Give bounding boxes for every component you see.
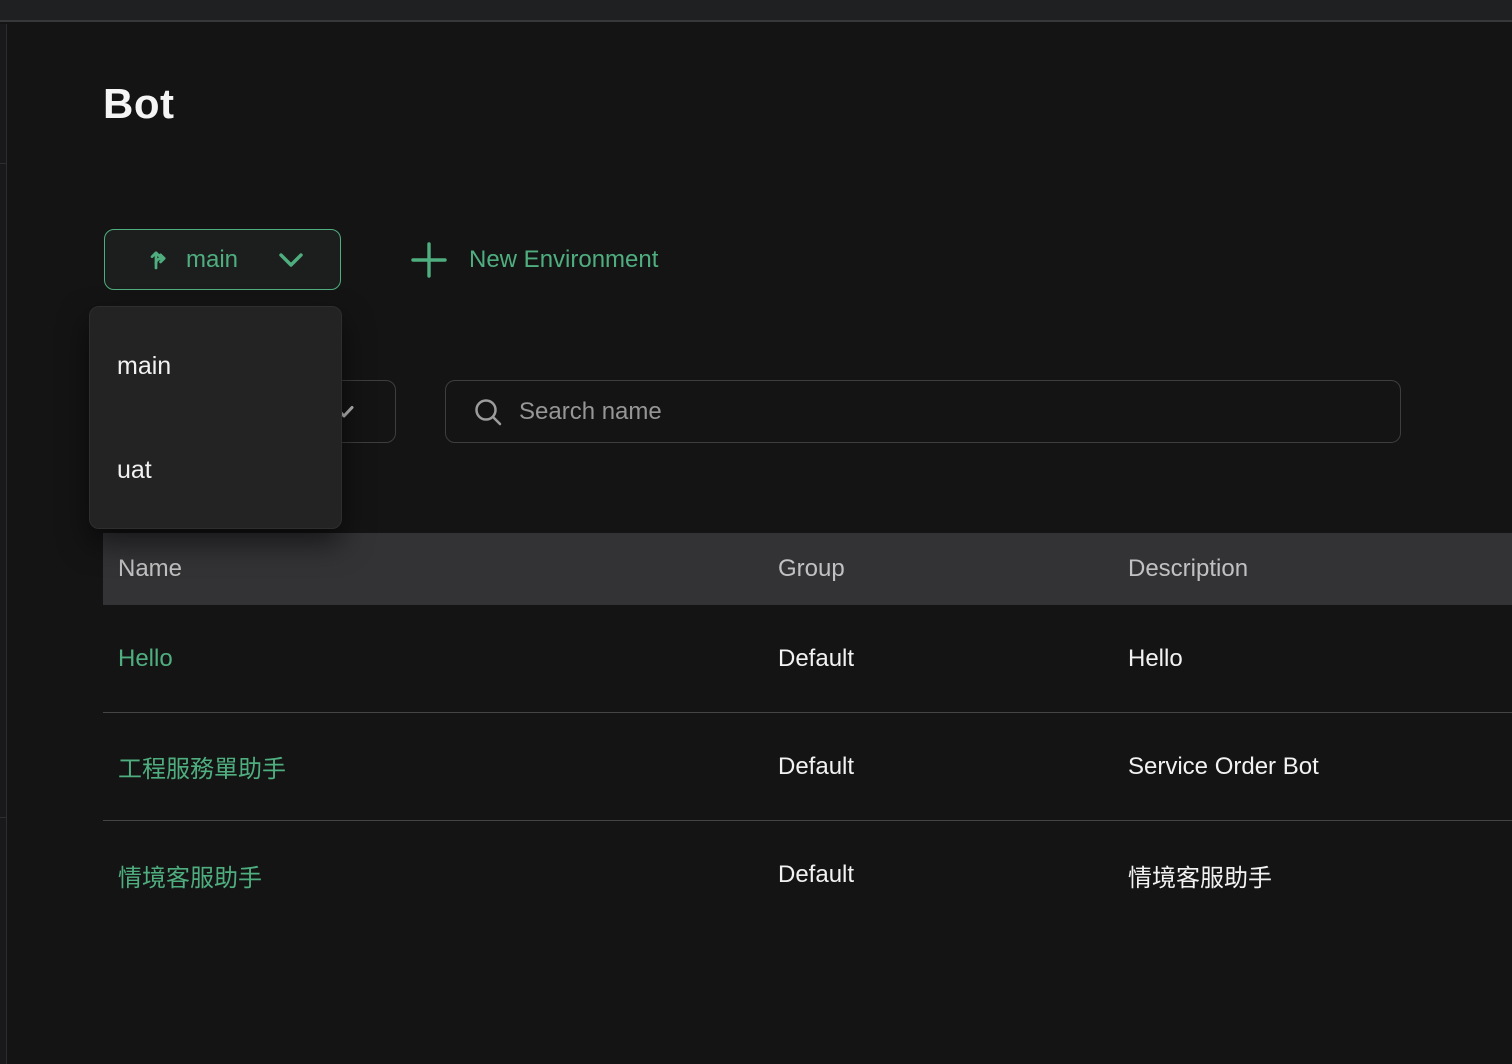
column-header-group: Group	[778, 555, 1128, 583]
search-box	[445, 380, 1401, 443]
environment-option-main[interactable]: main	[90, 314, 341, 418]
table-header-row: Name Group Description	[103, 533, 1512, 605]
chevron-down-icon	[276, 250, 306, 270]
bot-description: 情境客服助手	[1128, 858, 1512, 893]
search-input[interactable]	[519, 398, 1379, 426]
column-header-description: Description	[1128, 555, 1512, 583]
environment-switcher-button[interactable]: main	[104, 229, 341, 290]
plus-icon	[411, 242, 447, 278]
table-row: 工程服務單助手 Default Service Order Bot	[103, 713, 1512, 821]
window-top-bar	[0, 0, 1512, 22]
page-title: Bot	[103, 80, 174, 128]
collapsed-sidebar-edge	[0, 24, 7, 1064]
bot-description: Service Order Bot	[1128, 753, 1512, 781]
new-environment-button[interactable]: New Environment	[411, 235, 658, 285]
environment-dropdown-menu: main uat	[89, 306, 342, 529]
bot-name-link[interactable]: Hello	[118, 645, 173, 672]
bot-description: Hello	[1128, 645, 1512, 673]
sidebar-divider	[0, 817, 7, 818]
bot-name-link[interactable]: 情境客服助手	[118, 865, 262, 892]
search-icon	[473, 397, 503, 427]
bot-group: Default	[778, 861, 1128, 889]
bot-name-link[interactable]: 工程服務單助手	[118, 756, 286, 783]
git-branch-icon	[147, 246, 174, 273]
bot-page: Bot main New Environment	[0, 0, 1512, 1064]
table-row: 情境客服助手 Default 情境客服助手	[103, 821, 1512, 929]
environment-option-uat[interactable]: uat	[90, 418, 341, 522]
bot-table: Name Group Description Hello Default Hel…	[103, 533, 1512, 929]
column-header-name: Name	[103, 555, 778, 583]
new-environment-label: New Environment	[469, 246, 658, 274]
sidebar-divider	[0, 163, 7, 164]
bot-group: Default	[778, 753, 1128, 781]
table-row: Hello Default Hello	[103, 605, 1512, 713]
selected-environment-label: main	[186, 246, 238, 274]
bot-group: Default	[778, 645, 1128, 673]
